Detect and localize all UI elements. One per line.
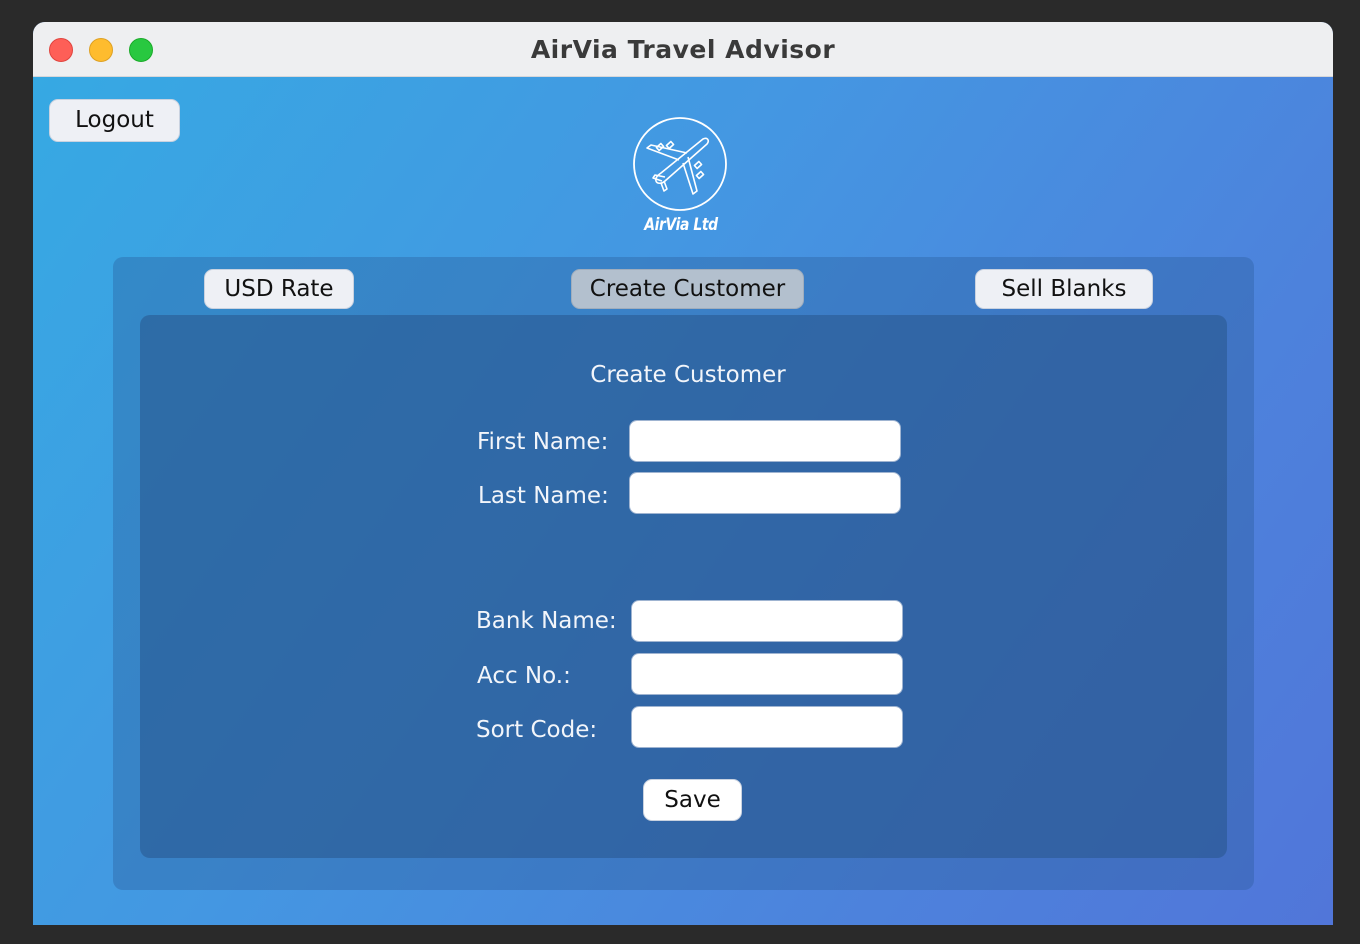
save-button[interactable]: Save [643,779,742,821]
airplane-logo-icon [633,117,727,211]
last-name-field[interactable] [629,472,901,514]
form-title: Create Customer [590,362,786,388]
bank-name-label: Bank Name: [476,608,617,634]
logout-button[interactable]: Logout [49,99,180,142]
app-window: AirVia Travel Advisor Logout AirVia Ltd … [33,22,1333,925]
first-name-field[interactable] [629,420,901,462]
tab-sell-blanks[interactable]: Sell Blanks [975,269,1153,309]
last-name-label: Last Name: [478,483,609,509]
create-customer-form-panel [140,315,1227,858]
window-title: AirVia Travel Advisor [530,35,836,64]
acc-no-field[interactable] [631,653,903,695]
first-name-label: First Name: [477,429,609,455]
main-content: Logout AirVia Ltd USD Rate Create Custom… [33,77,1333,925]
logo-text: AirVia Ltd [644,215,718,235]
tab-create-customer[interactable]: Create Customer [571,269,804,309]
tab-usd-rate[interactable]: USD Rate [204,269,354,309]
sort-code-field[interactable] [631,706,903,748]
bank-name-field[interactable] [631,600,903,642]
title-bar: AirVia Travel Advisor [33,22,1333,77]
sort-code-label: Sort Code: [476,717,598,743]
acc-no-label: Acc No.: [477,663,571,689]
